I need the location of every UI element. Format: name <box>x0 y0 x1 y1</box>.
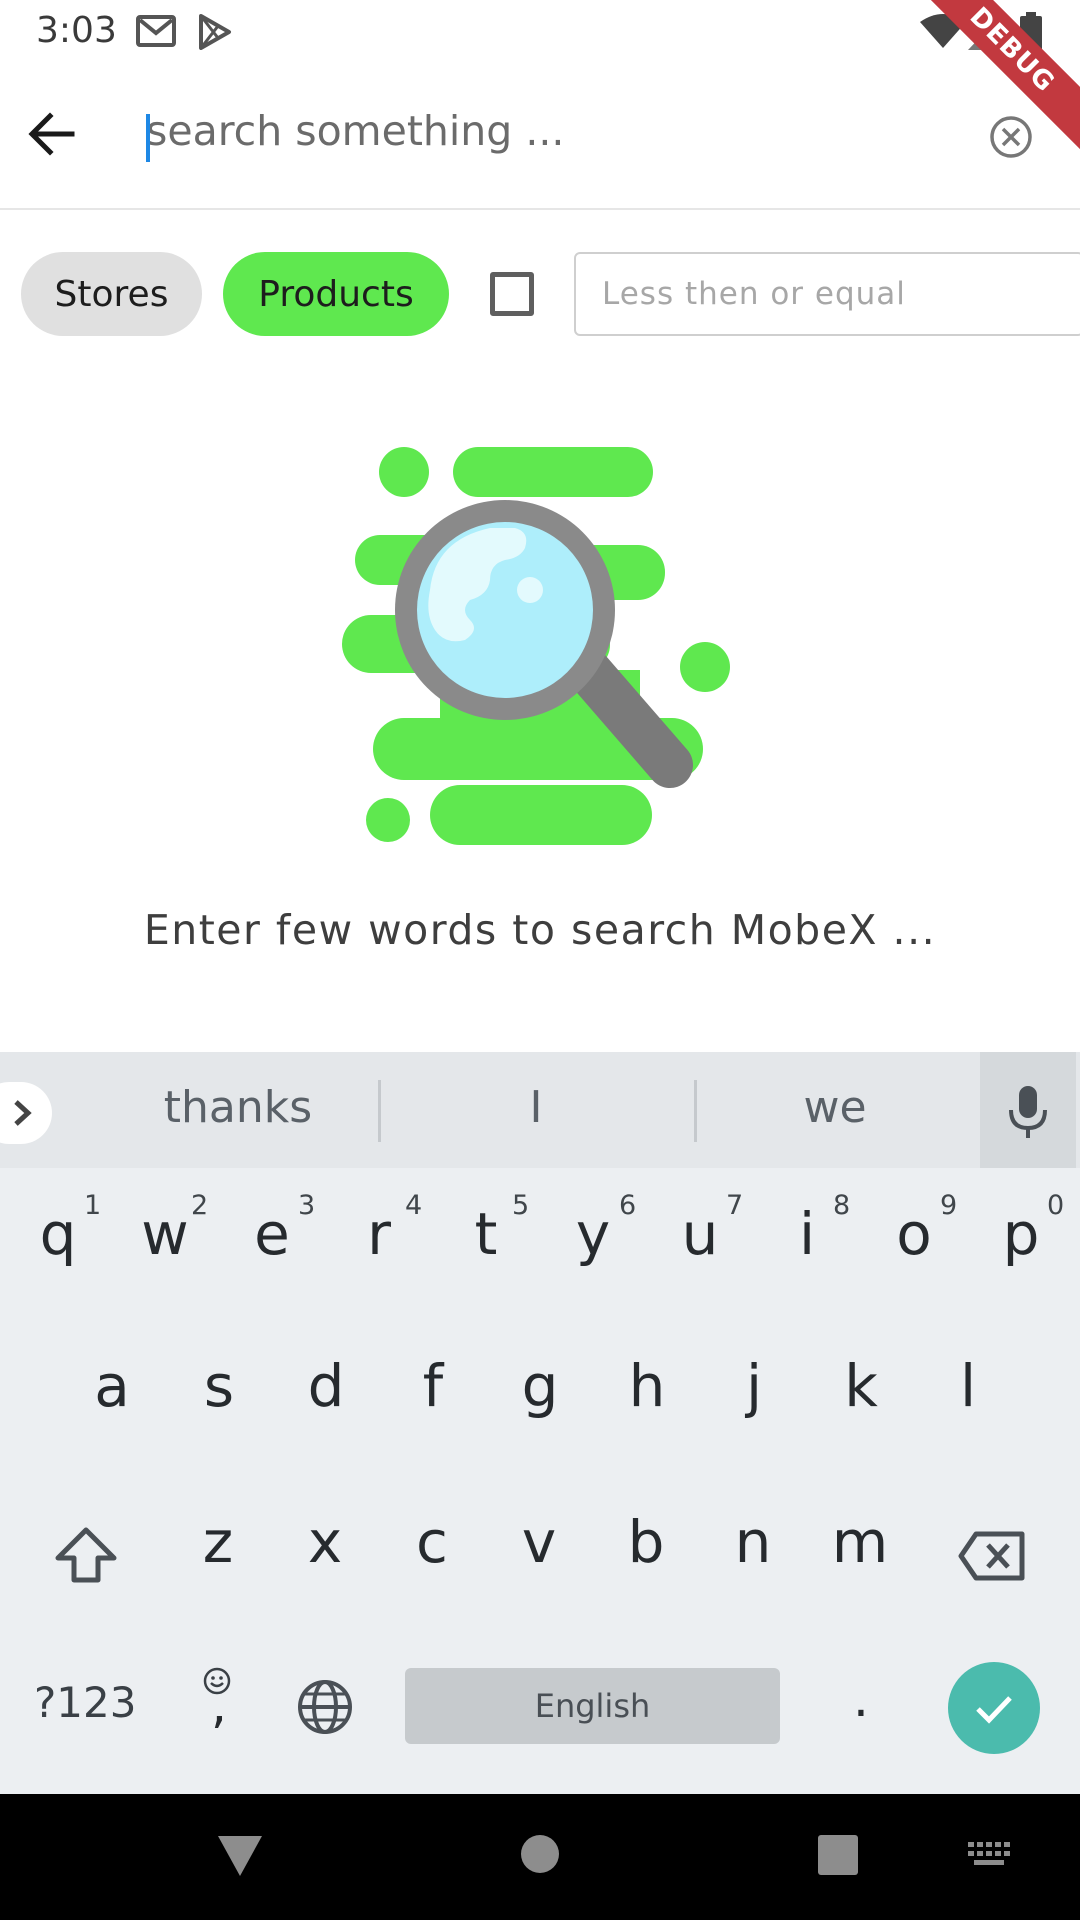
key-number-hint: 3 <box>298 1190 316 1221</box>
done-key[interactable] <box>948 1662 1040 1754</box>
products-chip-label: Products <box>258 273 414 315</box>
suggestion-bar: thanks I we <box>0 1052 1080 1168</box>
key-number-hint: 5 <box>512 1190 530 1221</box>
key-x[interactable]: x <box>281 1508 369 1576</box>
price-limit-input[interactable] <box>574 252 1080 336</box>
space-key[interactable]: English <box>405 1668 780 1744</box>
key-n[interactable]: n <box>709 1508 797 1576</box>
key-number-hint: 8 <box>833 1190 851 1221</box>
expand-suggestions-button[interactable] <box>0 1082 52 1144</box>
suggestion-divider <box>378 1080 381 1142</box>
nav-back-icon[interactable] <box>216 1834 264 1878</box>
key-number-hint: 6 <box>619 1190 637 1221</box>
key-number-hint: 9 <box>940 1190 958 1221</box>
key-z[interactable]: z <box>174 1508 262 1576</box>
symbols-key[interactable]: ?123 <box>34 1678 136 1727</box>
key-number-hint: 1 <box>84 1190 102 1221</box>
voice-input-button[interactable] <box>980 1052 1076 1168</box>
backspace-icon[interactable] <box>958 1530 1028 1582</box>
space-key-label: English <box>534 1687 651 1725</box>
comma-key[interactable]: , <box>174 1676 264 1734</box>
globe-icon[interactable] <box>296 1678 354 1736</box>
check-icon <box>976 1696 1012 1724</box>
search-app-bar <box>0 62 1080 210</box>
keyboard-switch-icon[interactable] <box>968 1842 1012 1868</box>
key-c[interactable]: c <box>388 1508 476 1576</box>
suggestion-divider <box>694 1080 697 1142</box>
products-chip[interactable]: Products <box>223 252 449 336</box>
soft-keyboard: thanks I we q1w2e3r4t5y6u7i8o9p0asdfghjk… <box>0 1052 1080 1794</box>
key-g[interactable]: g <box>496 1352 584 1420</box>
status-time: 3:03 <box>36 10 117 51</box>
key-j[interactable]: j <box>710 1352 798 1420</box>
play-store-icon <box>199 14 231 50</box>
suggestion-2[interactable]: I <box>486 1082 586 1133</box>
suggestion-1[interactable]: thanks <box>138 1082 338 1133</box>
price-filter-checkbox[interactable] <box>490 272 534 316</box>
search-input[interactable] <box>146 98 946 164</box>
arrow-back-icon[interactable] <box>22 102 86 166</box>
stores-chip-label: Stores <box>54 273 169 315</box>
key-s[interactable]: s <box>175 1352 263 1420</box>
text-cursor <box>146 114 150 162</box>
key-m[interactable]: m <box>816 1508 904 1576</box>
chevron-right-icon <box>14 1100 32 1126</box>
clear-circle-icon[interactable] <box>988 114 1034 160</box>
shift-icon[interactable] <box>54 1526 118 1584</box>
nav-recents-icon[interactable] <box>818 1835 858 1875</box>
microphone-icon <box>1009 1086 1047 1138</box>
gmail-icon <box>136 15 176 47</box>
stores-chip[interactable]: Stores <box>21 252 202 336</box>
search-screen: 3:03 DEBUG Stor <box>0 0 1080 1920</box>
key-number-hint: 2 <box>191 1190 209 1221</box>
status-bar: 3:03 DEBUG <box>0 0 1080 158</box>
key-b[interactable]: b <box>602 1508 690 1576</box>
period-key[interactable]: . <box>816 1670 906 1728</box>
navigation-bar <box>0 1794 1080 1920</box>
key-v[interactable]: v <box>495 1508 583 1576</box>
key-a[interactable]: a <box>68 1352 156 1420</box>
suggestion-3[interactable]: we <box>770 1082 900 1133</box>
key-number-hint: 4 <box>405 1190 423 1221</box>
key-k[interactable]: k <box>817 1352 905 1420</box>
key-number-hint: 0 <box>1047 1190 1065 1221</box>
key-d[interactable]: d <box>282 1352 370 1420</box>
key-h[interactable]: h <box>603 1352 691 1420</box>
search-magnifier-illustration <box>342 447 730 845</box>
empty-state-message: Enter few words to search MobeX ... <box>143 906 937 954</box>
key-l[interactable]: l <box>924 1352 1012 1420</box>
key-number-hint: 7 <box>726 1190 744 1221</box>
nav-home-icon[interactable] <box>520 1834 560 1874</box>
key-f[interactable]: f <box>389 1352 477 1420</box>
